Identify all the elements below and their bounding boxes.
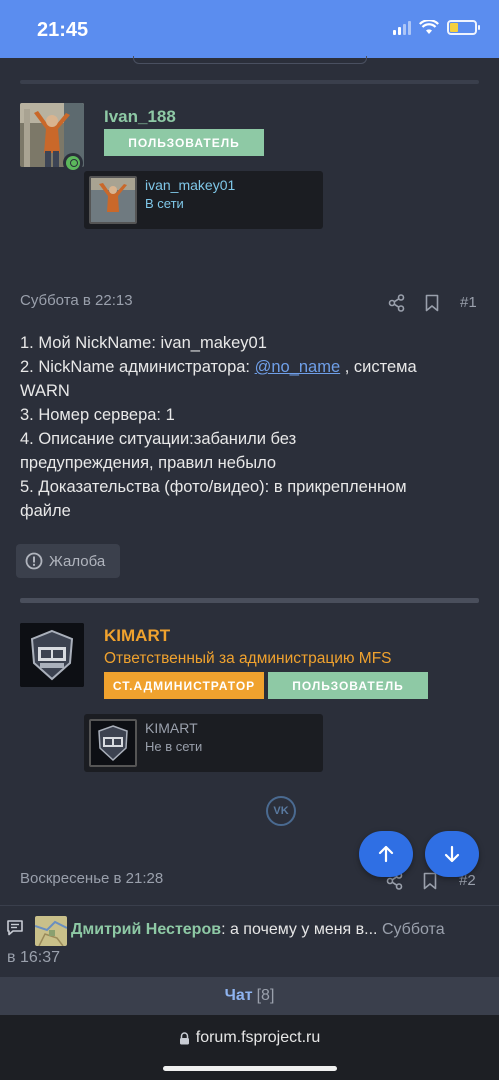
chat-icon (7, 920, 23, 936)
online-status-icon (63, 153, 83, 173)
battery-icon (447, 20, 480, 35)
chat-time: в 16:37 (7, 949, 60, 966)
post-line: 5. Доказательства (фото/видео): в прикре… (20, 478, 407, 496)
post-line-text: 2. NickName администратора: (20, 358, 255, 376)
report-label: Жалоба (49, 552, 106, 570)
signal-icon (393, 20, 411, 35)
chat-time: Суббота (377, 921, 445, 938)
mention-link[interactable]: @no_name (255, 358, 341, 376)
browser-bar: forum.fsproject.ru (0, 1015, 499, 1080)
post-date[interactable]: Суббота в 22:13 (20, 292, 133, 309)
post-line: 4. Описание ситуации:забанили без (20, 430, 297, 448)
linked-account-card[interactable]: ivan_makey01 В сети (84, 171, 323, 229)
url-text: forum.fsproject.ru (195, 1029, 321, 1046)
chat-author[interactable]: Дмитрий Нестеров (71, 921, 221, 938)
share-icon[interactable] (388, 294, 406, 312)
scroll-up-button[interactable] (359, 831, 413, 877)
top-divider (20, 80, 479, 84)
report-button[interactable]: Жалоба (16, 544, 120, 578)
linked-account-status: Не в сети (145, 739, 203, 754)
post-divider (20, 598, 479, 603)
post-author[interactable]: KIMART (104, 626, 170, 646)
post-line: предупреждения, правил небыло (20, 454, 277, 472)
role-badge-user: ПОЛЬЗОВАТЕЛЬ (104, 129, 264, 156)
post-content: 1. Мой NickName: ivan_makey01 2. NickNam… (20, 331, 480, 523)
user-title: Ответственный за администрацию MFS (104, 650, 392, 667)
post-line: 1. Мой NickName: ivan_makey01 (20, 334, 267, 352)
linked-account-card[interactable]: KIMART Не в сети (84, 714, 323, 772)
role-badge-user: ПОЛЬЗОВАТЕЛЬ (268, 672, 428, 699)
bookmark-icon[interactable] (425, 294, 439, 312)
post-date[interactable]: Воскресенье в 21:28 (20, 870, 163, 887)
top-tab-edge (133, 56, 367, 64)
linked-account-name: KIMART (145, 720, 198, 736)
post-line-text: , система (340, 358, 417, 376)
avatar[interactable] (20, 623, 84, 687)
chat-message: Дмитрий Нестеров: а почему у меня в... С… (71, 918, 491, 942)
chat-message-text: : а почему у меня в... (221, 921, 378, 938)
lock-icon (179, 1031, 189, 1044)
post-author[interactable]: Ivan_188 (104, 107, 176, 127)
linked-account-name: ivan_makey01 (145, 177, 236, 193)
wifi-icon (419, 20, 439, 34)
chat-bar[interactable]: Чат [8] (0, 977, 499, 1015)
scroll-down-button[interactable] (425, 831, 479, 877)
avatar (89, 176, 137, 224)
avatar (89, 719, 137, 767)
post-line: файле (20, 502, 71, 520)
chat-bar-count: [8] (256, 987, 275, 1004)
post-number[interactable]: #1 (460, 294, 477, 311)
post-line: WARN (20, 382, 70, 400)
post-line: 2. NickName администратора: @no_name , с… (20, 355, 480, 379)
vk-icon[interactable]: VK (266, 796, 296, 826)
status-bar: 21:45 (0, 0, 499, 58)
arrow-up-icon (378, 845, 394, 863)
address-bar[interactable]: forum.fsproject.ru (0, 1029, 499, 1047)
chat-bar-label: Чат (224, 987, 253, 1004)
avatar[interactable] (35, 916, 67, 946)
arrow-down-icon (444, 845, 460, 863)
role-badge-senior-admin: СТ.АДМИНИСТРАТОР (104, 672, 264, 699)
home-indicator[interactable] (163, 1066, 337, 1071)
report-icon (25, 552, 43, 570)
status-icons (393, 20, 480, 35)
linked-account-status: В сети (145, 196, 184, 211)
post-line: 3. Номер сервера: 1 (20, 406, 175, 424)
status-time: 21:45 (37, 19, 89, 41)
bookmark-icon[interactable] (423, 872, 437, 890)
